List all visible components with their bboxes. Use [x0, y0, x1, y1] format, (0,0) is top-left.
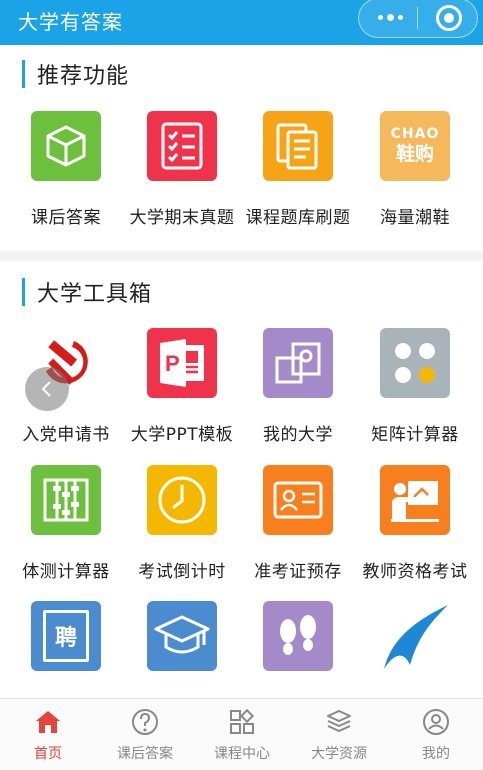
hire-icon: 聘 — [31, 601, 101, 671]
abacus-icon — [31, 465, 101, 535]
tool-label: 教师资格考试 — [362, 562, 468, 582]
section-divider — [0, 251, 483, 261]
cube-icon — [31, 111, 101, 181]
feature-question-bank[interactable]: 课程题库刷题 — [238, 111, 358, 228]
tool-graduation-thesis[interactable] — [122, 601, 242, 693]
tool-fitness-calculator[interactable]: 体测计算器 — [6, 465, 126, 582]
documents-icon — [263, 111, 333, 181]
tool-admission-ticket[interactable]: 准考证预存 — [238, 465, 358, 582]
tool-travel[interactable] — [238, 601, 358, 693]
tool-label: 准考证预存 — [254, 562, 342, 582]
recommend-section-header: 推荐功能 — [22, 59, 129, 89]
feature-label: 大学期末真题 — [129, 208, 235, 228]
tool-ppt-templates[interactable]: P 大学PPT模板 — [122, 328, 242, 445]
tool-exam-countdown[interactable]: 考试倒计时 — [122, 465, 242, 582]
tab-profile[interactable]: 我的 — [388, 707, 483, 763]
section-accent-bar — [22, 60, 25, 88]
tab-homework-answers[interactable]: 课后答案 — [97, 707, 193, 763]
section-title: 推荐功能 — [37, 64, 130, 89]
footprints-icon — [263, 601, 333, 671]
tab-label: 课后答案 — [117, 746, 173, 762]
section-title: 大学工具箱 — [37, 282, 153, 307]
tool-teacher-qualification[interactable]: 教师资格考试 — [355, 465, 475, 582]
matrix-dots-icon — [380, 328, 450, 398]
tool-campus-recruitment[interactable]: 聘 — [6, 601, 126, 693]
books-icon — [291, 707, 387, 737]
tab-home[interactable]: 首页 — [0, 707, 96, 763]
tab-university-resources[interactable]: 大学资源 — [291, 707, 387, 763]
miniprogram-capsule — [358, 0, 478, 38]
powerpoint-icon: P — [147, 328, 217, 398]
feature-final-exams[interactable]: 大学期末真题 — [122, 111, 242, 228]
feature-homework-answers[interactable]: 课后答案 — [6, 111, 126, 228]
app-title: 大学有答案 — [18, 10, 123, 34]
graduation-cap-icon — [147, 601, 217, 671]
tool-matrix-calculator[interactable]: 矩阵计算器 — [355, 328, 475, 445]
tab-label: 首页 — [34, 746, 62, 762]
chao-logo: CHAO 鞋购 — [380, 111, 450, 181]
close-miniprogram-icon[interactable] — [436, 5, 462, 31]
tab-label: 课程中心 — [214, 746, 270, 762]
tool-label: 我的大学 — [263, 425, 333, 445]
tab-label: 我的 — [422, 746, 450, 762]
bottom-tab-bar: 首页 课后答案 课程中心 大学资源 我的 — [0, 698, 483, 770]
grid-icon — [194, 707, 290, 737]
hire-glyph: 聘 — [43, 610, 89, 662]
tool-label: 考试倒计时 — [138, 562, 226, 582]
toolbox-section: 大学工具箱 入党申请书 P 大学PPT模板 我的大学 矩阵计算器 体测计算器 考… — [0, 261, 483, 698]
svg-text:P: P — [165, 351, 180, 376]
feature-label: 课后答案 — [31, 208, 101, 228]
profile-icon — [388, 707, 483, 737]
chevron-left-icon — [41, 381, 51, 397]
clock-icon — [147, 465, 217, 535]
back-button[interactable] — [25, 367, 69, 411]
checklist-icon — [147, 111, 217, 181]
home-icon — [0, 707, 96, 737]
feature-label: 海量潮鞋 — [380, 208, 450, 228]
toolbox-section-header: 大学工具箱 — [22, 277, 152, 307]
teacher-board-icon — [380, 465, 450, 535]
question-icon — [97, 707, 193, 737]
tool-label: 入党申请书 — [22, 425, 110, 445]
top-navigation-bar: 大学有答案 — [0, 0, 483, 45]
chao-logo-text: CHAO — [390, 126, 440, 142]
feature-trendy-shoes[interactable]: CHAO 鞋购 海量潮鞋 — [355, 111, 475, 228]
tool-label: 矩阵计算器 — [371, 425, 459, 445]
id-card-icon — [263, 465, 333, 535]
recommend-section: 推荐功能 课后答案 大学期末真题 课程题库刷题 CHAO 鞋购 海量潮鞋 — [0, 45, 483, 251]
feature-label: 课程题库刷题 — [245, 208, 351, 228]
tab-label: 大学资源 — [311, 746, 367, 762]
section-accent-bar — [22, 278, 25, 306]
tab-course-center[interactable]: 课程中心 — [194, 707, 290, 763]
building-icon — [263, 328, 333, 398]
capsule-separator — [417, 7, 418, 29]
tool-swoosh-app[interactable] — [355, 601, 475, 693]
tool-my-university[interactable]: 我的大学 — [238, 328, 358, 445]
chao-logo-subtext: 鞋购 — [395, 143, 434, 165]
swoosh-logo — [380, 601, 450, 671]
tool-label: 大学PPT模板 — [130, 425, 234, 445]
tool-label: 体测计算器 — [22, 562, 110, 582]
more-menu-icon[interactable] — [375, 7, 405, 27]
